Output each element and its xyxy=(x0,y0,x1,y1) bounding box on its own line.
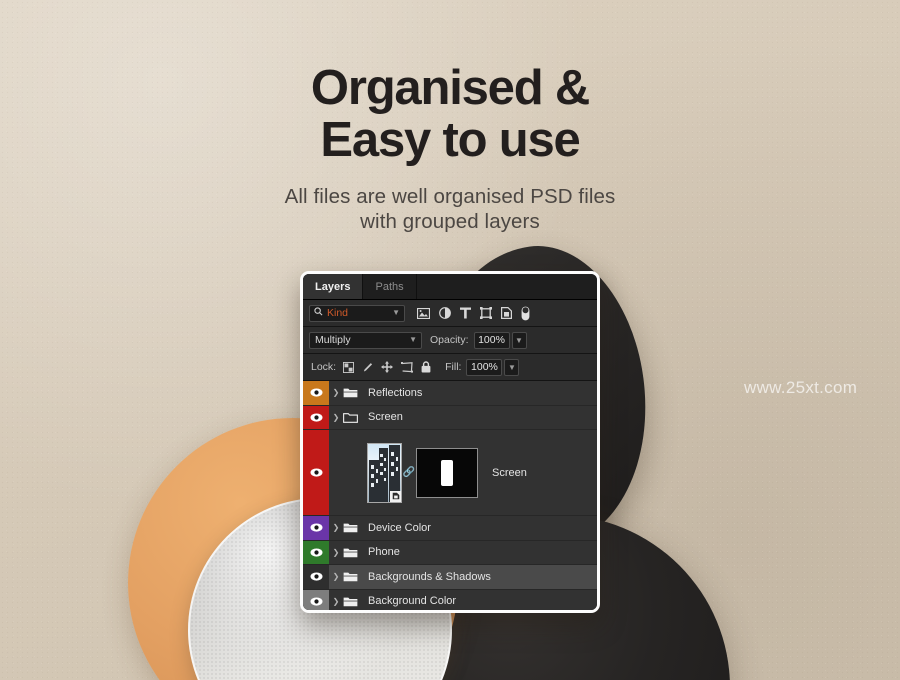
folder-icon xyxy=(343,547,361,558)
filter-kind-label: Kind xyxy=(327,307,349,319)
eye-icon[interactable] xyxy=(309,572,323,581)
chevron-down-icon: ▼ xyxy=(409,335,417,344)
lock-artboard-nesting-icon[interactable] xyxy=(401,361,414,373)
shape-layer-filter-icon[interactable] xyxy=(480,307,492,319)
layer-color-tag[interactable] xyxy=(303,381,329,405)
folder-open-icon xyxy=(343,412,361,423)
filter-toggle-switch[interactable] xyxy=(521,306,530,321)
filter-kind-select[interactable]: Kind ▼ xyxy=(309,304,405,322)
folder-icon xyxy=(343,387,361,398)
subtitle-line-1: All files are well organised PSD files xyxy=(284,185,616,208)
eye-icon[interactable] xyxy=(309,468,323,477)
fill-label: Fill: xyxy=(445,361,462,373)
eye-icon[interactable] xyxy=(309,388,323,397)
layer-name: Phone xyxy=(368,546,400,559)
lock-icon-group xyxy=(343,361,431,373)
eye-icon[interactable] xyxy=(309,413,323,422)
adjustment-layer-filter-icon[interactable] xyxy=(439,307,451,319)
mask-shape xyxy=(441,459,453,486)
chevron-right-icon[interactable]: ❯ xyxy=(329,388,343,397)
eye-icon[interactable] xyxy=(309,523,323,532)
pixel-layer-filter-icon[interactable] xyxy=(417,307,430,319)
search-icon xyxy=(314,307,323,319)
folder-icon xyxy=(343,596,361,607)
link-icon[interactable]: 🔗 xyxy=(402,467,416,478)
watermark-text: www.25xt.com xyxy=(744,378,858,397)
layer-color-tag[interactable] xyxy=(303,589,329,610)
type-layer-filter-icon[interactable] xyxy=(460,307,471,319)
fill-input[interactable]: 100% xyxy=(466,358,503,376)
chevron-right-icon[interactable]: ❯ xyxy=(329,548,343,557)
layer-name: Backgrounds & Shadows xyxy=(368,570,491,583)
lock-all-icon[interactable] xyxy=(421,361,431,373)
chevron-right-icon[interactable]: ❯ xyxy=(329,597,343,606)
blend-opacity-row: Multiply ▼ Opacity: 100% ▼ xyxy=(303,327,597,354)
table-row[interactable]: ❯ Phone xyxy=(303,540,597,565)
blend-mode-select[interactable]: Multiply ▼ xyxy=(309,331,422,349)
smart-object-filter-icon[interactable] xyxy=(501,307,512,319)
layer-list: ❯ Reflections ❯ Screen 🔗 Screen ❯ Device… xyxy=(303,381,597,610)
table-row[interactable]: ❯ Background Color xyxy=(303,589,597,610)
smart-object-badge xyxy=(390,490,401,502)
eye-icon[interactable] xyxy=(309,597,323,606)
page-subtitle: All files are well organised PSD files w… xyxy=(0,184,900,234)
headline-line-1: Organised & xyxy=(310,61,590,115)
lock-fill-row: Lock: Fill: 100% ▼ xyxy=(303,354,597,381)
filter-type-icons xyxy=(417,306,530,321)
opacity-label: Opacity: xyxy=(430,334,469,346)
table-row[interactable]: ❯ Reflections xyxy=(303,381,597,406)
tab-layers[interactable]: Layers xyxy=(303,274,364,299)
layer-mask-thumbnail[interactable] xyxy=(416,447,478,498)
layer-name: Background Color xyxy=(368,595,457,608)
filter-row: Kind ▼ xyxy=(303,300,597,327)
tab-paths[interactable]: Paths xyxy=(363,274,417,299)
layer-thumbnail[interactable] xyxy=(367,442,402,503)
headline-line-2: Easy to use xyxy=(320,113,580,167)
chevron-down-icon[interactable]: ❯ xyxy=(329,413,343,422)
lock-image-pixels-icon[interactable] xyxy=(362,362,373,373)
layer-name: Reflections xyxy=(368,386,423,399)
fill-stepper[interactable]: ▼ xyxy=(504,358,520,376)
layer-color-tag[interactable] xyxy=(303,540,329,564)
folder-icon xyxy=(343,571,361,582)
blend-mode-value: Multiply xyxy=(315,334,351,346)
layer-name: Screen xyxy=(368,411,403,424)
layer-color-tag[interactable] xyxy=(303,516,329,540)
layer-color-tag[interactable] xyxy=(303,430,329,515)
folder-icon xyxy=(343,522,361,533)
opacity-stepper[interactable]: ▼ xyxy=(511,331,527,349)
lock-label: Lock: xyxy=(311,361,337,373)
hero-text-block: Organised & Easy to use All files are we… xyxy=(0,62,900,234)
table-row[interactable]: 🔗 Screen xyxy=(303,430,597,516)
page-title: Organised & Easy to use xyxy=(0,62,900,166)
eye-icon[interactable] xyxy=(309,548,323,557)
layers-panel[interactable]: Layers Paths Kind ▼ Multiply ▼ Opacity: … xyxy=(300,271,600,613)
layer-color-tag[interactable] xyxy=(303,565,329,589)
table-row[interactable]: ❯ Screen xyxy=(303,405,597,430)
subtitle-line-2: with grouped layers xyxy=(360,210,540,233)
lock-position-icon[interactable] xyxy=(381,361,394,373)
table-row[interactable]: ❯ Backgrounds & Shadows xyxy=(303,565,597,590)
table-row[interactable]: ❯ Device Color xyxy=(303,516,597,541)
chevron-right-icon[interactable]: ❯ xyxy=(329,572,343,581)
panel-tab-bar: Layers Paths xyxy=(303,274,597,300)
layer-name: Screen xyxy=(492,466,527,479)
chevron-right-icon[interactable]: ❯ xyxy=(329,523,343,532)
layer-thumbnails: 🔗 xyxy=(367,442,478,503)
opacity-input[interactable]: 100% xyxy=(473,331,510,349)
layer-name: Device Color xyxy=(368,521,431,534)
lock-transparent-pixels-icon[interactable] xyxy=(343,361,355,373)
layer-color-tag[interactable] xyxy=(303,405,329,429)
chevron-down-icon: ▼ xyxy=(392,308,400,317)
